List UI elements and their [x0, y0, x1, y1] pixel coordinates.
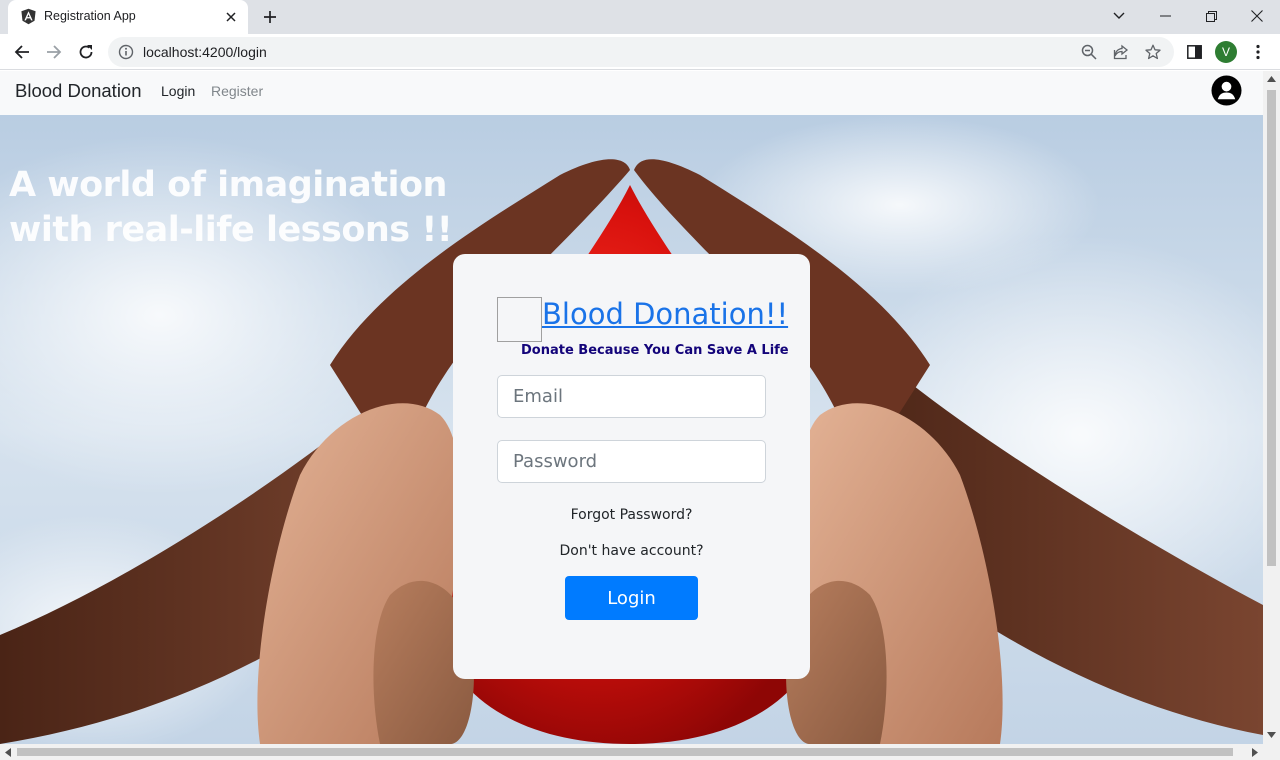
browser-toolbar: localhost:4200/login V	[0, 34, 1280, 70]
horizontal-scroll-thumb[interactable]	[17, 748, 1233, 756]
angular-icon	[21, 8, 36, 25]
app-navbar: Blood Donation Login Register	[0, 71, 1263, 115]
close-window-icon[interactable]	[1234, 0, 1280, 32]
zoom-icon[interactable]	[1080, 43, 1098, 61]
forgot-password-link[interactable]: Forgot Password?	[453, 507, 810, 523]
password-field[interactable]	[497, 440, 766, 483]
hero-section: A world of imagination with real-life le…	[0, 115, 1263, 744]
tab-strip: Registration App	[0, 0, 1280, 34]
nav-link-register[interactable]: Register	[211, 83, 263, 99]
bookmark-star-icon[interactable]	[1144, 43, 1162, 61]
user-account-icon[interactable]	[1211, 75, 1242, 106]
tab-search-icon[interactable]	[1096, 0, 1142, 32]
close-tab-icon[interactable]	[222, 8, 240, 26]
hero-tagline: A world of imagination with real-life le…	[9, 165, 453, 250]
share-icon[interactable]	[1112, 43, 1130, 61]
browser-tab[interactable]: Registration App	[8, 0, 248, 34]
new-tab-icon[interactable]	[258, 6, 282, 28]
navbar-brand[interactable]: Blood Donation	[15, 80, 142, 102]
vertical-scrollbar[interactable]	[1263, 71, 1280, 744]
menu-kebab-icon[interactable]	[1246, 40, 1270, 64]
card-subtitle: Donate Because You Can Save A Life	[521, 343, 789, 358]
side-panel-icon[interactable]	[1182, 40, 1206, 64]
forward-icon[interactable]	[40, 38, 68, 66]
horizontal-scrollbar[interactable]	[0, 744, 1280, 760]
broken-logo-image	[497, 297, 542, 342]
reload-icon[interactable]	[72, 38, 100, 66]
address-bar[interactable]: localhost:4200/login	[108, 37, 1174, 67]
nav-link-login[interactable]: Login	[161, 83, 195, 99]
vertical-scroll-thumb[interactable]	[1267, 90, 1276, 566]
scroll-down-icon[interactable]	[1267, 732, 1276, 738]
login-card: Blood Donation!! Donate Because You Can …	[453, 254, 810, 679]
scroll-up-icon[interactable]	[1267, 76, 1276, 82]
card-title-link[interactable]: Blood Donation!!	[542, 297, 788, 331]
login-button[interactable]: Login	[565, 576, 698, 620]
back-icon[interactable]	[8, 38, 36, 66]
tab-title: Registration App	[44, 9, 136, 23]
site-info-icon[interactable]	[118, 44, 134, 60]
email-field[interactable]	[497, 375, 766, 418]
minimize-icon[interactable]	[1142, 0, 1188, 32]
page-viewport: Blood Donation Login Register A world of…	[0, 71, 1263, 744]
restore-icon[interactable]	[1188, 0, 1234, 32]
scroll-right-icon[interactable]	[1252, 748, 1258, 757]
no-account-link[interactable]: Don't have account?	[453, 543, 810, 559]
url-text: localhost:4200/login	[143, 44, 267, 60]
profile-avatar[interactable]: V	[1215, 41, 1237, 63]
scroll-left-icon[interactable]	[5, 748, 11, 757]
